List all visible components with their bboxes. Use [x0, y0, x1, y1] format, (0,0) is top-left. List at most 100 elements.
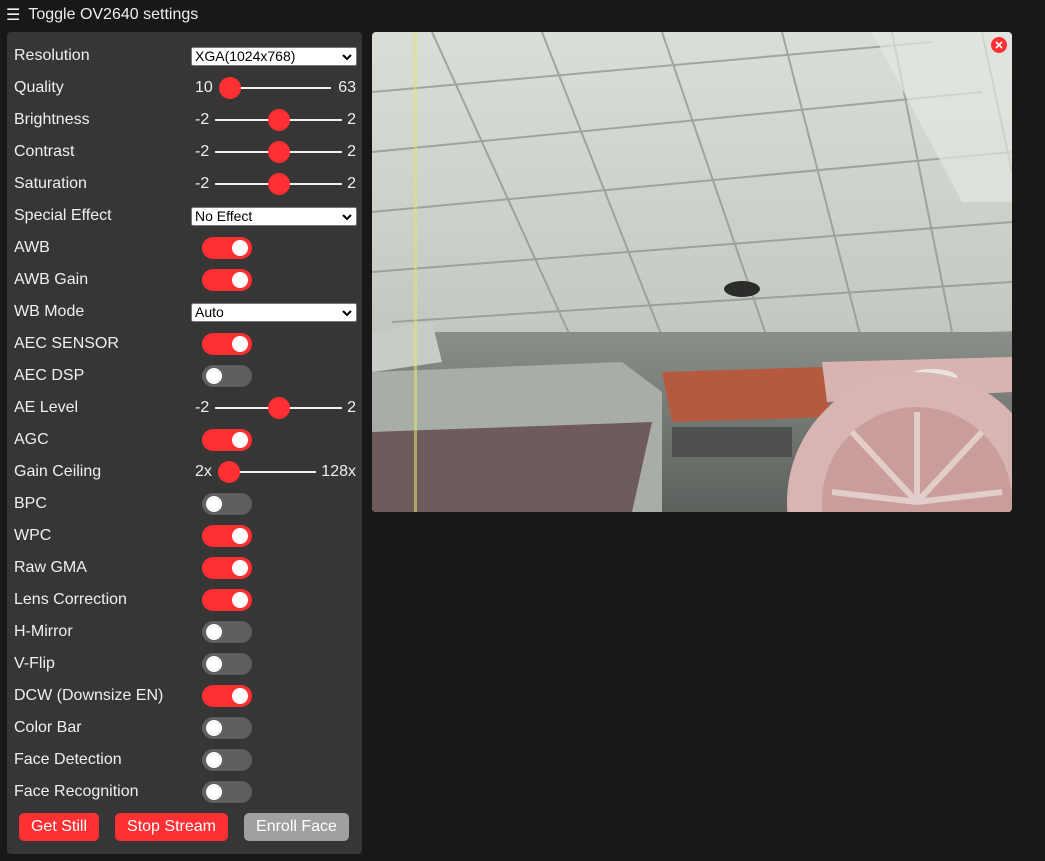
awb-label: AWB: [14, 239, 50, 256]
close-stream-button[interactable]: [991, 37, 1007, 53]
color-bar-label: Color Bar: [14, 719, 82, 736]
aec-dsp-toggle[interactable]: [202, 365, 252, 387]
h-mirror-toggle[interactable]: [202, 621, 252, 643]
wb-mode-label: WB Mode: [14, 303, 85, 320]
quality-label: Quality: [14, 79, 64, 96]
wpc-toggle[interactable]: [202, 525, 252, 547]
toggle-knob: [232, 272, 248, 288]
toggle-knob: [206, 752, 222, 768]
bpc-label: BPC: [14, 495, 47, 512]
brightness-slider-thumb[interactable]: [268, 109, 290, 131]
enroll-face-button[interactable]: Enroll Face: [244, 813, 349, 841]
special-effect-row: Special Effect No Effect: [14, 200, 357, 232]
aec-sensor-toggle[interactable]: [202, 333, 252, 355]
face-detection-toggle[interactable]: [202, 749, 252, 771]
gain-ceiling-min: 2x: [195, 463, 212, 480]
awb-gain-label: AWB Gain: [14, 271, 89, 288]
quality-row: Quality 10 63: [14, 72, 356, 104]
camera-stream-image: [372, 32, 1012, 512]
awb-gain-toggle[interactable]: [202, 269, 252, 291]
saturation-slider-thumb[interactable]: [268, 173, 290, 195]
gain-ceiling-slider-track[interactable]: [227, 471, 316, 473]
aec-sensor-row: AEC SENSOR: [14, 328, 356, 360]
contrast-min: -2: [195, 143, 210, 160]
awb-toggle[interactable]: [202, 237, 252, 259]
awb-gain-row: AWB Gain: [14, 264, 356, 296]
ae-level-label: AE Level: [14, 399, 79, 416]
special-effect-label: Special Effect: [14, 207, 112, 224]
saturation-row: Saturation -2 2: [14, 168, 356, 200]
h-mirror-label: H-Mirror: [14, 623, 73, 640]
aec-sensor-label: AEC SENSOR: [14, 335, 119, 352]
quality-min: 10: [195, 79, 213, 96]
chevron-down-icon: [342, 213, 352, 220]
raw-gma-label: Raw GMA: [14, 559, 87, 576]
toggle-knob: [206, 784, 222, 800]
ae-level-max: 2: [347, 399, 356, 416]
toggle-knob: [232, 432, 248, 448]
wpc-label: WPC: [14, 527, 52, 544]
special-effect-value: No Effect: [195, 208, 253, 224]
quality-slider-thumb[interactable]: [219, 77, 241, 99]
lens-correction-toggle[interactable]: [202, 589, 252, 611]
brightness-row: Brightness -2 2: [14, 104, 356, 136]
toggle-knob: [206, 496, 222, 512]
face-recognition-toggle[interactable]: [202, 781, 252, 803]
dcw-row: DCW (Downsize EN): [14, 680, 356, 712]
toggle-knob: [232, 592, 248, 608]
special-effect-select[interactable]: No Effect: [191, 206, 357, 226]
v-flip-toggle[interactable]: [202, 653, 252, 675]
gain-ceiling-label: Gain Ceiling: [14, 463, 102, 480]
agc-row: AGC: [14, 424, 356, 456]
settings-toggle-header[interactable]: ☰ Toggle OV2640 settings: [6, 4, 198, 26]
face-detection-label: Face Detection: [14, 751, 122, 768]
saturation-min: -2: [195, 175, 210, 192]
wb-mode-row: WB Mode Auto: [14, 296, 357, 328]
contrast-row: Contrast -2 2: [14, 136, 356, 168]
ae-level-row: AE Level -2 2: [14, 392, 356, 424]
v-flip-row: V-Flip: [14, 648, 356, 680]
aec-dsp-row: AEC DSP: [14, 360, 356, 392]
contrast-slider-thumb[interactable]: [268, 141, 290, 163]
get-still-button[interactable]: Get Still: [19, 813, 99, 841]
ae-level-min: -2: [195, 399, 210, 416]
toggle-knob: [232, 560, 248, 576]
face-recognition-label: Face Recognition: [14, 783, 139, 800]
face-recognition-row: Face Recognition: [14, 776, 356, 808]
toggle-knob: [206, 656, 222, 672]
color-bar-toggle[interactable]: [202, 717, 252, 739]
contrast-label: Contrast: [14, 143, 75, 160]
stop-stream-button[interactable]: Stop Stream: [115, 813, 228, 841]
bpc-toggle[interactable]: [202, 493, 252, 515]
toggle-knob: [232, 688, 248, 704]
saturation-label: Saturation: [14, 175, 87, 192]
agc-toggle[interactable]: [202, 429, 252, 451]
dcw-label: DCW (Downsize EN): [14, 687, 164, 704]
gain-ceiling-slider-thumb[interactable]: [218, 461, 240, 483]
quality-slider-track[interactable]: [227, 87, 331, 89]
brightness-max: 2: [347, 111, 356, 128]
hamburger-icon: ☰: [6, 5, 21, 24]
camera-stream: [372, 32, 1012, 512]
color-bar-row: Color Bar: [14, 712, 356, 744]
raw-gma-toggle[interactable]: [202, 557, 252, 579]
dcw-toggle[interactable]: [202, 685, 252, 707]
resolution-label: Resolution: [14, 47, 90, 64]
brightness-label: Brightness: [14, 111, 90, 128]
v-flip-label: V-Flip: [14, 655, 55, 672]
raw-gma-row: Raw GMA: [14, 552, 356, 584]
chevron-down-icon: [342, 53, 352, 60]
gain-ceiling-max: 128x: [321, 463, 356, 480]
quality-max: 63: [338, 79, 356, 96]
toggle-knob: [232, 336, 248, 352]
wb-mode-value: Auto: [195, 304, 224, 320]
lens-correction-row: Lens Correction: [14, 584, 356, 616]
ae-level-slider-thumb[interactable]: [268, 397, 290, 419]
aec-dsp-label: AEC DSP: [14, 367, 85, 384]
awb-row: AWB: [14, 232, 356, 264]
resolution-row: Resolution XGA(1024x768): [14, 40, 357, 72]
agc-label: AGC: [14, 431, 49, 448]
resolution-select[interactable]: XGA(1024x768): [191, 46, 357, 66]
wpc-row: WPC: [14, 520, 356, 552]
wb-mode-select[interactable]: Auto: [191, 302, 357, 322]
